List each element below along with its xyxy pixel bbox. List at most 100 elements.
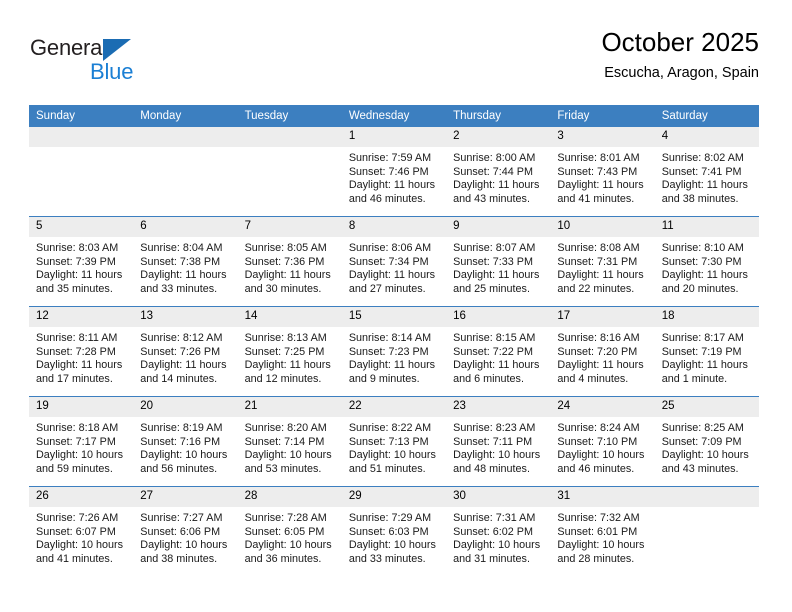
day-cell[interactable]: 10 Sunrise: 8:08 AM Sunset: 7:31 PM Dayl… <box>550 216 655 307</box>
daylight-text: Daylight: 11 hours and 46 minutes. <box>348 179 436 205</box>
day-cell[interactable]: 12 Sunrise: 8:11 AM Sunset: 7:28 PM Dayl… <box>29 306 134 397</box>
day-number: 6 <box>133 217 238 237</box>
day-number <box>237 127 342 147</box>
sunset-text: Sunset: 7:13 PM <box>348 435 429 448</box>
day-cell[interactable]: 26 Sunrise: 7:26 AM Sunset: 6:07 PM Dayl… <box>29 486 134 576</box>
day-cell[interactable]: 28 Sunrise: 7:28 AM Sunset: 6:05 PM Dayl… <box>237 486 342 576</box>
day-cell[interactable]: 30 Sunrise: 7:31 AM Sunset: 6:02 PM Dayl… <box>446 486 551 576</box>
day-details: Sunrise: 7:31 AM Sunset: 6:02 PM Dayligh… <box>446 507 550 566</box>
day-details: Sunrise: 7:29 AM Sunset: 6:03 PM Dayligh… <box>342 507 446 566</box>
sunset-text: Sunset: 7:44 PM <box>453 165 533 178</box>
day-cell[interactable]: 13 Sunrise: 8:12 AM Sunset: 7:26 PM Dayl… <box>133 306 238 397</box>
daylight-text: Daylight: 11 hours and 12 minutes. <box>244 359 331 385</box>
calendar-week-row: 19 Sunrise: 8:18 AM Sunset: 7:17 PM Dayl… <box>29 396 759 487</box>
calendar-page: General Blue October 2025 Escucha, Arago… <box>0 0 792 612</box>
sunset-text: Sunset: 7:25 PM <box>244 345 325 358</box>
day-cell[interactable]: 3 Sunrise: 8:01 AM Sunset: 7:43 PM Dayli… <box>550 127 655 217</box>
day-details: Sunrise: 8:14 AM Sunset: 7:23 PM Dayligh… <box>342 327 446 386</box>
sunset-text: Sunset: 7:23 PM <box>348 345 429 358</box>
sunrise-text: Sunrise: 8:01 AM <box>557 152 640 164</box>
daylight-text: Daylight: 11 hours and 27 minutes. <box>348 269 436 295</box>
day-number: 5 <box>29 217 134 237</box>
day-cell[interactable]: 11 Sunrise: 8:10 AM Sunset: 7:30 PM Dayl… <box>654 216 759 307</box>
day-cell[interactable]: 31 Sunrise: 7:32 AM Sunset: 6:01 PM Dayl… <box>550 486 655 576</box>
daylight-text: Daylight: 10 hours and 51 minutes. <box>348 449 436 475</box>
day-cell[interactable]: 4 Sunrise: 8:02 AM Sunset: 7:41 PM Dayli… <box>654 127 759 217</box>
day-cell[interactable]: 2 Sunrise: 8:00 AM Sunset: 7:44 PM Dayli… <box>446 127 551 217</box>
day-cell[interactable]: 1 Sunrise: 7:59 AM Sunset: 7:46 PM Dayli… <box>341 127 447 217</box>
title-block: October 2025 Escucha, Aragon, Spain <box>601 26 759 84</box>
sunrise-text: Sunrise: 8:03 AM <box>36 242 119 254</box>
daylight-text: Daylight: 11 hours and 25 minutes. <box>453 269 540 295</box>
daylight-text: Daylight: 11 hours and 6 minutes. <box>453 359 540 385</box>
day-cell[interactable]: 9 Sunrise: 8:07 AM Sunset: 7:33 PM Dayli… <box>446 216 551 307</box>
sunset-text: Sunset: 7:46 PM <box>348 165 429 178</box>
calendar-week-row: 26 Sunrise: 7:26 AM Sunset: 6:07 PM Dayl… <box>29 486 759 576</box>
day-details: Sunrise: 8:11 AM Sunset: 7:28 PM Dayligh… <box>29 327 133 386</box>
day-details: Sunrise: 8:04 AM Sunset: 7:38 PM Dayligh… <box>133 237 237 296</box>
day-number <box>29 127 134 147</box>
daylight-text: Daylight: 11 hours and 38 minutes. <box>661 179 748 205</box>
day-details: Sunrise: 8:18 AM Sunset: 7:17 PM Dayligh… <box>29 417 133 476</box>
day-cell[interactable]: 16 Sunrise: 8:15 AM Sunset: 7:22 PM Dayl… <box>446 306 551 397</box>
sunrise-text: Sunrise: 7:31 AM <box>453 512 536 524</box>
day-details: Sunrise: 8:16 AM Sunset: 7:20 PM Dayligh… <box>550 327 654 386</box>
day-cell[interactable]: 25 Sunrise: 8:25 AM Sunset: 7:09 PM Dayl… <box>654 396 759 487</box>
day-cell[interactable]: 7 Sunrise: 8:05 AM Sunset: 7:36 PM Dayli… <box>237 216 342 307</box>
sunrise-text: Sunrise: 8:25 AM <box>661 422 744 434</box>
sunrise-text: Sunrise: 8:20 AM <box>244 422 327 434</box>
day-cell[interactable]: 8 Sunrise: 8:06 AM Sunset: 7:34 PM Dayli… <box>341 216 447 307</box>
day-cell[interactable]: 6 Sunrise: 8:04 AM Sunset: 7:38 PM Dayli… <box>133 216 238 307</box>
sunrise-text: Sunrise: 8:17 AM <box>661 332 744 344</box>
sunset-text: Sunset: 7:30 PM <box>661 255 742 268</box>
day-cell[interactable]: 29 Sunrise: 7:29 AM Sunset: 6:03 PM Dayl… <box>341 486 447 576</box>
day-number: 10 <box>550 217 655 237</box>
sunset-text: Sunset: 6:02 PM <box>453 525 533 538</box>
day-number: 17 <box>550 307 655 327</box>
sunset-text: Sunset: 7:43 PM <box>557 165 638 178</box>
sunrise-text: Sunrise: 8:05 AM <box>244 242 327 254</box>
day-number <box>133 127 238 147</box>
calendar-header-row: Sunday Monday Tuesday Wednesday Thursday… <box>29 105 759 127</box>
sunrise-text: Sunrise: 7:28 AM <box>244 512 327 524</box>
day-details: Sunrise: 7:26 AM Sunset: 6:07 PM Dayligh… <box>29 507 133 566</box>
day-cell[interactable]: 22 Sunrise: 8:22 AM Sunset: 7:13 PM Dayl… <box>341 396 447 487</box>
sunrise-text: Sunrise: 8:10 AM <box>661 242 744 254</box>
sunset-text: Sunset: 7:17 PM <box>36 435 116 448</box>
day-cell[interactable]: 15 Sunrise: 8:14 AM Sunset: 7:23 PM Dayl… <box>341 306 447 397</box>
daylight-text: Daylight: 11 hours and 30 minutes. <box>244 269 331 295</box>
sunrise-text: Sunrise: 8:15 AM <box>453 332 536 344</box>
day-cell[interactable]: 17 Sunrise: 8:16 AM Sunset: 7:20 PM Dayl… <box>550 306 655 397</box>
daylight-text: Daylight: 10 hours and 41 minutes. <box>36 539 124 565</box>
day-cell[interactable]: 18 Sunrise: 8:17 AM Sunset: 7:19 PM Dayl… <box>654 306 759 397</box>
sunset-text: Sunset: 6:01 PM <box>557 525 638 538</box>
general-blue-logo[interactable]: General Blue <box>29 26 229 86</box>
day-details: Sunrise: 8:19 AM Sunset: 7:16 PM Dayligh… <box>133 417 237 476</box>
day-details: Sunrise: 8:25 AM Sunset: 7:09 PM Dayligh… <box>655 417 759 476</box>
triangle-logo-icon <box>103 39 131 61</box>
daylight-text: Daylight: 10 hours and 46 minutes. <box>557 449 645 475</box>
sunset-text: Sunset: 7:28 PM <box>36 345 116 358</box>
day-number: 23 <box>446 397 551 417</box>
day-cell[interactable]: 27 Sunrise: 7:27 AM Sunset: 6:06 PM Dayl… <box>133 486 238 576</box>
day-cell[interactable]: 20 Sunrise: 8:19 AM Sunset: 7:16 PM Dayl… <box>133 396 238 487</box>
weekday-header-saturday: Saturday <box>654 105 759 127</box>
day-cell[interactable]: 14 Sunrise: 8:13 AM Sunset: 7:25 PM Dayl… <box>237 306 342 397</box>
day-cell[interactable]: 24 Sunrise: 8:24 AM Sunset: 7:10 PM Dayl… <box>550 396 655 487</box>
sunrise-text: Sunrise: 8:12 AM <box>140 332 223 344</box>
sunset-text: Sunset: 7:33 PM <box>453 255 533 268</box>
sunset-text: Sunset: 6:06 PM <box>140 525 221 538</box>
day-cell <box>237 127 342 217</box>
day-cell[interactable]: 19 Sunrise: 8:18 AM Sunset: 7:17 PM Dayl… <box>29 396 134 487</box>
day-details: Sunrise: 8:22 AM Sunset: 7:13 PM Dayligh… <box>342 417 446 476</box>
day-details: Sunrise: 8:00 AM Sunset: 7:44 PM Dayligh… <box>446 147 550 206</box>
sunrise-sunset-calendar: Sunday Monday Tuesday Wednesday Thursday… <box>29 105 759 576</box>
sunset-text: Sunset: 7:22 PM <box>453 345 533 358</box>
weekday-header-thursday: Thursday <box>446 105 551 127</box>
day-cell[interactable]: 5 Sunrise: 8:03 AM Sunset: 7:39 PM Dayli… <box>29 216 134 307</box>
day-number: 27 <box>133 487 238 507</box>
sunrise-text: Sunrise: 8:24 AM <box>557 422 640 434</box>
day-cell[interactable]: 21 Sunrise: 8:20 AM Sunset: 7:14 PM Dayl… <box>237 396 342 487</box>
daylight-text: Daylight: 11 hours and 43 minutes. <box>453 179 540 205</box>
day-cell[interactable]: 23 Sunrise: 8:23 AM Sunset: 7:11 PM Dayl… <box>446 396 551 487</box>
